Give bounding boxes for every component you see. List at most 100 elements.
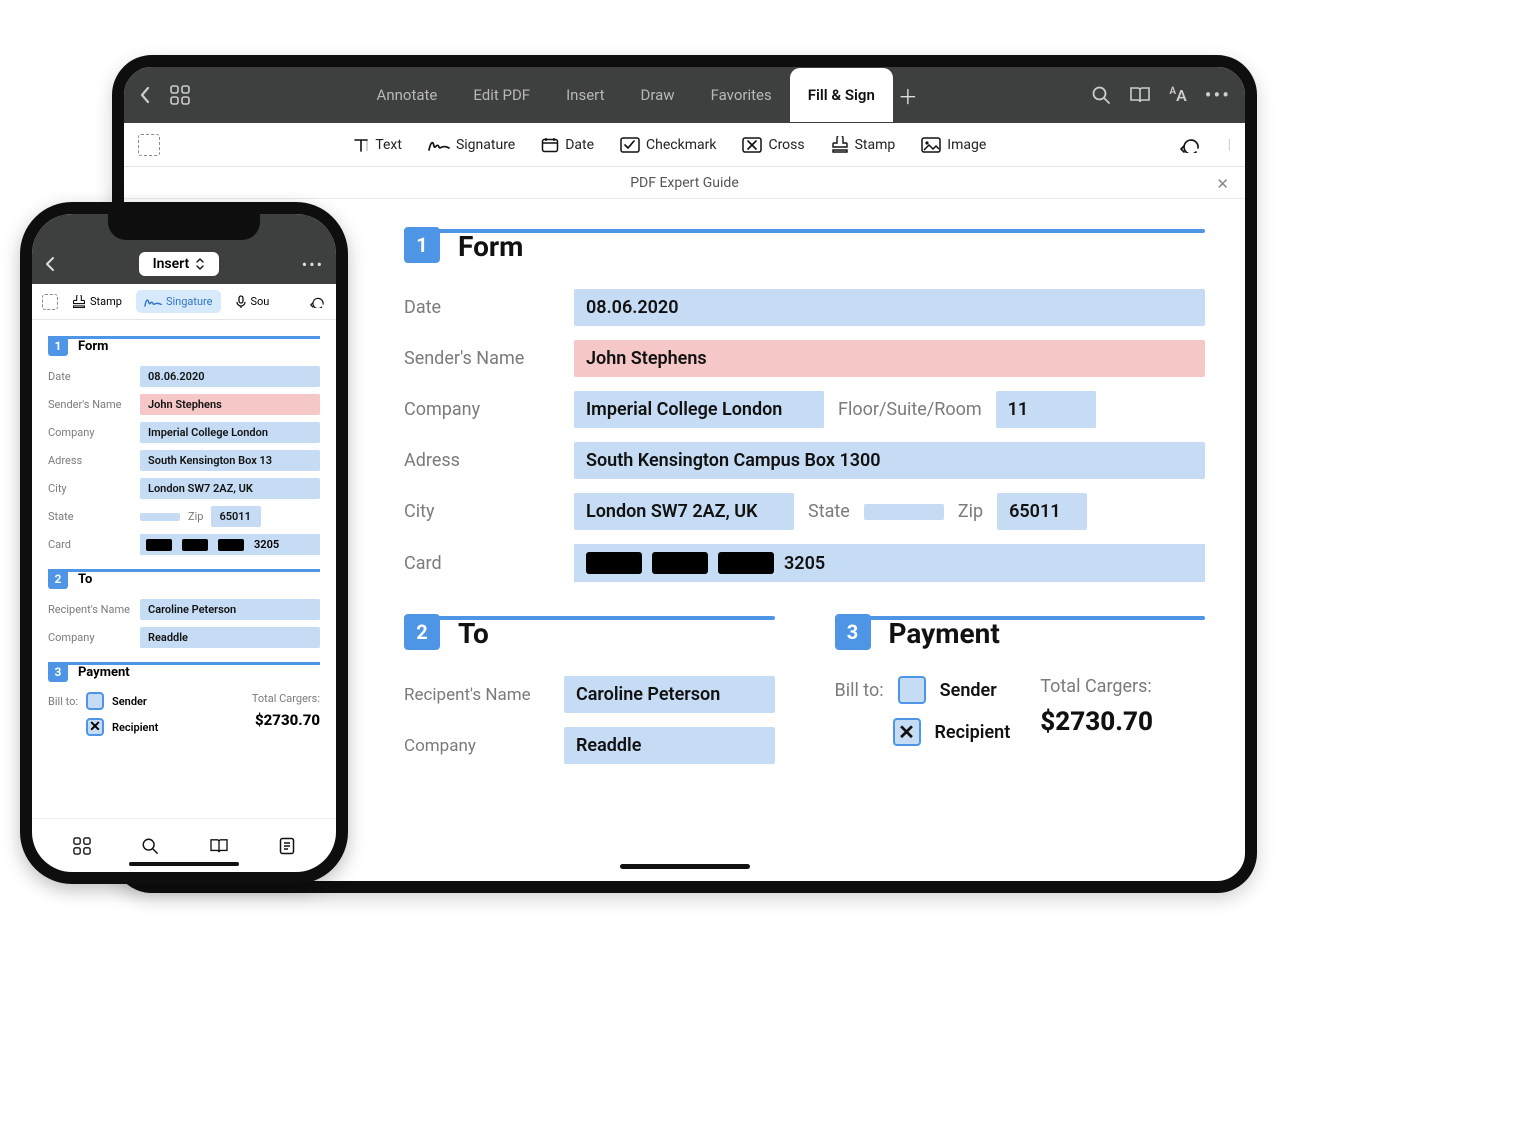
tool-signature[interactable]: Singature <box>136 290 221 313</box>
label-date: Date <box>404 297 574 318</box>
label-card: Card <box>48 538 140 551</box>
field-recipient[interactable]: Caroline Peterson <box>564 676 775 713</box>
label-card: Card <box>404 553 574 574</box>
field-to-company[interactable]: Readdle <box>140 627 320 648</box>
tool-sound[interactable]: Sou <box>235 295 270 309</box>
add-tab-icon[interactable]: ＋ <box>893 80 923 110</box>
field-floor[interactable]: 11 <box>996 391 1096 428</box>
grid-icon[interactable] <box>170 85 190 105</box>
back-icon[interactable] <box>44 256 56 272</box>
selection-icon[interactable] <box>138 134 160 156</box>
signature-icon <box>144 296 162 308</box>
book-icon[interactable] <box>1129 86 1151 104</box>
stamp-icon <box>72 295 86 309</box>
section-number-1: 1 <box>48 336 68 356</box>
search-icon[interactable] <box>1091 85 1111 105</box>
undo-icon[interactable] <box>1180 137 1202 153</box>
label-state: State <box>808 501 850 522</box>
ipad-home-indicator <box>620 864 750 869</box>
text-size-icon[interactable]: AA <box>1169 86 1186 105</box>
checkbox-sender[interactable] <box>86 692 104 710</box>
close-icon[interactable]: ✕ <box>1216 175 1229 193</box>
grid-icon[interactable] <box>73 837 91 855</box>
section-number-1: 1 <box>404 227 440 263</box>
label-zip: Zip <box>958 501 983 522</box>
tool-image[interactable]: Image <box>921 137 986 153</box>
tab-fill-sign[interactable]: Fill & Sign <box>790 68 893 122</box>
field-date[interactable]: 08.06.2020 <box>574 289 1205 326</box>
field-company[interactable]: Imperial College London <box>140 422 320 443</box>
document-title: PDF Expert Guide <box>630 175 739 191</box>
tab-insert[interactable]: Insert <box>548 68 622 122</box>
field-company[interactable]: Imperial College London <box>574 391 824 428</box>
field-state[interactable] <box>864 504 944 520</box>
tool-signature-label: Signature <box>456 137 515 153</box>
label-recipient: Recipent's Name <box>48 603 140 616</box>
iphone-toolrow: Stamp Singature Sou <box>32 284 336 320</box>
iphone-title-button[interactable]: Insert <box>139 252 220 276</box>
field-city[interactable]: London SW7 2AZ, UK <box>140 478 320 499</box>
search-icon[interactable] <box>141 837 159 855</box>
label-pay-sender: Sender <box>940 680 997 701</box>
tab-draw[interactable]: Draw <box>623 68 693 122</box>
checkbox-sender[interactable] <box>898 676 926 704</box>
tab-annotate[interactable]: Annotate <box>359 68 456 122</box>
field-zip[interactable]: 65011 <box>211 506 261 527</box>
tool-sound-label: Sou <box>251 295 270 308</box>
more-icon[interactable]: ••• <box>1205 83 1231 107</box>
field-recipient[interactable]: Caroline Peterson <box>140 599 320 620</box>
field-state[interactable] <box>140 513 180 521</box>
tool-signature-label: Singature <box>166 295 213 308</box>
updown-icon <box>195 258 205 270</box>
field-to-company[interactable]: Readdle <box>564 727 775 764</box>
card-block <box>218 539 244 551</box>
section-title-form: Form <box>78 339 108 354</box>
card-block <box>652 552 708 574</box>
undo-icon[interactable] <box>310 296 326 308</box>
tool-text-label: Text <box>375 137 402 153</box>
field-zip[interactable]: 65011 <box>997 493 1087 530</box>
selection-icon[interactable] <box>42 294 58 310</box>
field-sender[interactable]: John Stephens <box>574 340 1205 377</box>
book-icon[interactable] <box>209 838 229 854</box>
checkbox-recipient[interactable]: ✕ <box>893 718 921 746</box>
label-address: Adress <box>404 450 574 471</box>
label-company: Company <box>48 426 140 439</box>
field-city[interactable]: London SW7 2AZ, UK <box>574 493 794 530</box>
field-sender[interactable]: John Stephens <box>140 394 320 415</box>
note-icon[interactable] <box>279 837 295 855</box>
label-pay-recipient: Recipient <box>112 721 158 734</box>
stamp-icon <box>831 136 849 154</box>
tab-edit-pdf[interactable]: Edit PDF <box>455 68 548 122</box>
section-number-3: 3 <box>48 662 68 682</box>
section-title-form: Form <box>458 230 523 263</box>
tool-stamp[interactable]: Stamp <box>72 295 122 309</box>
tool-cross-label: Cross <box>768 137 804 153</box>
checkbox-recipient[interactable]: ✕ <box>86 718 104 736</box>
card-last-digits: 3205 <box>254 538 279 551</box>
field-date[interactable]: 08.06.2020 <box>140 366 320 387</box>
back-icon[interactable] <box>138 86 152 104</box>
field-address[interactable]: South Kensington Box 13 <box>140 450 320 471</box>
tool-signature[interactable]: Signature <box>428 137 515 153</box>
tool-image-label: Image <box>947 137 986 153</box>
field-address[interactable]: South Kensington Campus Box 1300 <box>574 442 1205 479</box>
label-zip: Zip <box>188 510 203 523</box>
label-date: Date <box>48 370 140 383</box>
document-title-bar: PDF Expert Guide ✕ <box>124 167 1245 199</box>
section-number-2: 2 <box>48 569 68 589</box>
field-card[interactable]: 3205 <box>574 544 1205 582</box>
section-title-to: To <box>78 572 92 587</box>
tool-cross[interactable]: Cross <box>742 137 804 153</box>
ipad-topbar: Annotate Edit PDF Insert Draw Favorites … <box>124 67 1245 123</box>
tool-checkmark[interactable]: Checkmark <box>620 137 716 153</box>
tool-date[interactable]: Date <box>541 137 594 153</box>
card-last-digits: 3205 <box>784 553 825 574</box>
field-card[interactable]: 3205 <box>140 534 320 555</box>
tool-text[interactable]: Text <box>353 137 402 153</box>
text-icon <box>353 137 369 153</box>
tool-stamp[interactable]: Stamp <box>831 136 896 154</box>
section-title-payment: Payment <box>889 617 1000 650</box>
tab-favorites[interactable]: Favorites <box>693 68 790 122</box>
more-icon[interactable]: ••• <box>302 255 324 274</box>
